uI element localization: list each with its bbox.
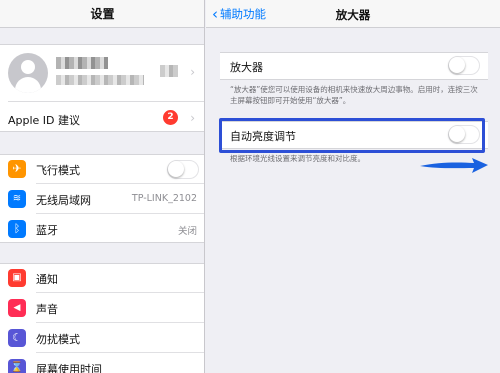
connectivity-group: ✈ 飞行模式 ≋ 无线局域网 TP-LINK_2102 ᛒ 蓝牙 关闭 bbox=[0, 154, 204, 244]
notification-badge: 2 bbox=[163, 110, 178, 125]
highlight-box bbox=[219, 118, 485, 153]
settings-item-sound[interactable]: ◀ 声音 bbox=[0, 294, 204, 323]
settings-item-bluetooth[interactable]: ᛒ 蓝牙 关闭 bbox=[0, 215, 204, 244]
settings-item-screen-time[interactable]: ⌛ 屏幕使用时间 bbox=[0, 354, 204, 373]
moon-icon: ☾ bbox=[8, 329, 26, 347]
avatar bbox=[8, 53, 48, 93]
settings-sidebar: 设置 › Apple ID 建议 2 › ✈ 飞行模式 ≋ 无线局域网 TP-L… bbox=[0, 0, 205, 373]
settings-item-label: 飞行模式 bbox=[36, 164, 80, 177]
settings-item-label: 声音 bbox=[36, 303, 58, 316]
magnifier-label: 放大器 bbox=[230, 61, 263, 74]
settings-item-label: 屏幕使用时间 bbox=[36, 363, 102, 373]
settings-item-wifi[interactable]: ≋ 无线局域网 TP-LINK_2102 bbox=[0, 185, 204, 214]
screen: 设置 › Apple ID 建议 2 › ✈ 飞行模式 ≋ 无线局域网 TP-L… bbox=[0, 0, 500, 373]
apple-id-suggestion-label: Apple ID 建议 bbox=[8, 114, 81, 127]
magnifier-description: “放大器”使您可以使用设备的相机来快速放大周边事物。启用时，连按三次主屏幕按钮即… bbox=[230, 85, 478, 105]
notifications-icon: ▣ bbox=[8, 269, 26, 287]
wifi-icon: ≋ bbox=[8, 190, 26, 208]
bluetooth-status: 关闭 bbox=[177, 226, 197, 237]
settings-item-label: 无线局域网 bbox=[36, 194, 91, 207]
settings-item-label: 通知 bbox=[36, 273, 58, 286]
settings-item-do-not-disturb[interactable]: ☾ 勿扰模式 bbox=[0, 324, 204, 353]
magnifier-row[interactable]: 放大器 bbox=[220, 52, 488, 80]
pointer-arrow-icon bbox=[420, 158, 488, 173]
detail-navbar: ‹ 辅助功能 放大器 bbox=[206, 0, 500, 28]
magnifier-detail-pane: ‹ 辅助功能 放大器 放大器 “放大器”使您可以使用设备的相机来快速放大周边事物。… bbox=[206, 0, 500, 373]
page-title: 放大器 bbox=[335, 8, 371, 22]
blurred-detail bbox=[160, 65, 178, 77]
settings-item-airplane-mode[interactable]: ✈ 飞行模式 bbox=[0, 155, 204, 184]
magnifier-toggle[interactable] bbox=[448, 56, 480, 75]
hourglass-icon: ⌛ bbox=[8, 359, 26, 373]
chevron-right-icon: › bbox=[190, 111, 195, 125]
airplane-mode-toggle[interactable] bbox=[167, 160, 199, 179]
wifi-network-name: TP-LINK_2102 bbox=[131, 193, 197, 204]
settings-title: 设置 bbox=[0, 0, 204, 28]
profile-group: › Apple ID 建议 2 › bbox=[0, 44, 204, 133]
apple-id-profile-row[interactable]: › bbox=[0, 45, 204, 101]
blurred-name bbox=[56, 57, 108, 69]
apple-id-suggestion-row[interactable]: Apple ID 建议 2 › bbox=[0, 102, 204, 133]
bluetooth-icon: ᛒ bbox=[8, 220, 26, 238]
chevron-right-icon: › bbox=[190, 65, 195, 79]
sound-icon: ◀ bbox=[8, 299, 26, 317]
notifications-group: ▣ 通知 ◀ 声音 ☾ 勿扰模式 ⌛ 屏幕使用时间 bbox=[0, 263, 204, 373]
settings-item-notifications[interactable]: ▣ 通知 bbox=[0, 264, 204, 293]
blurred-account bbox=[56, 75, 144, 85]
settings-item-label: 蓝牙 bbox=[36, 224, 58, 237]
settings-item-label: 勿扰模式 bbox=[36, 333, 80, 346]
airplane-icon: ✈ bbox=[8, 160, 26, 178]
